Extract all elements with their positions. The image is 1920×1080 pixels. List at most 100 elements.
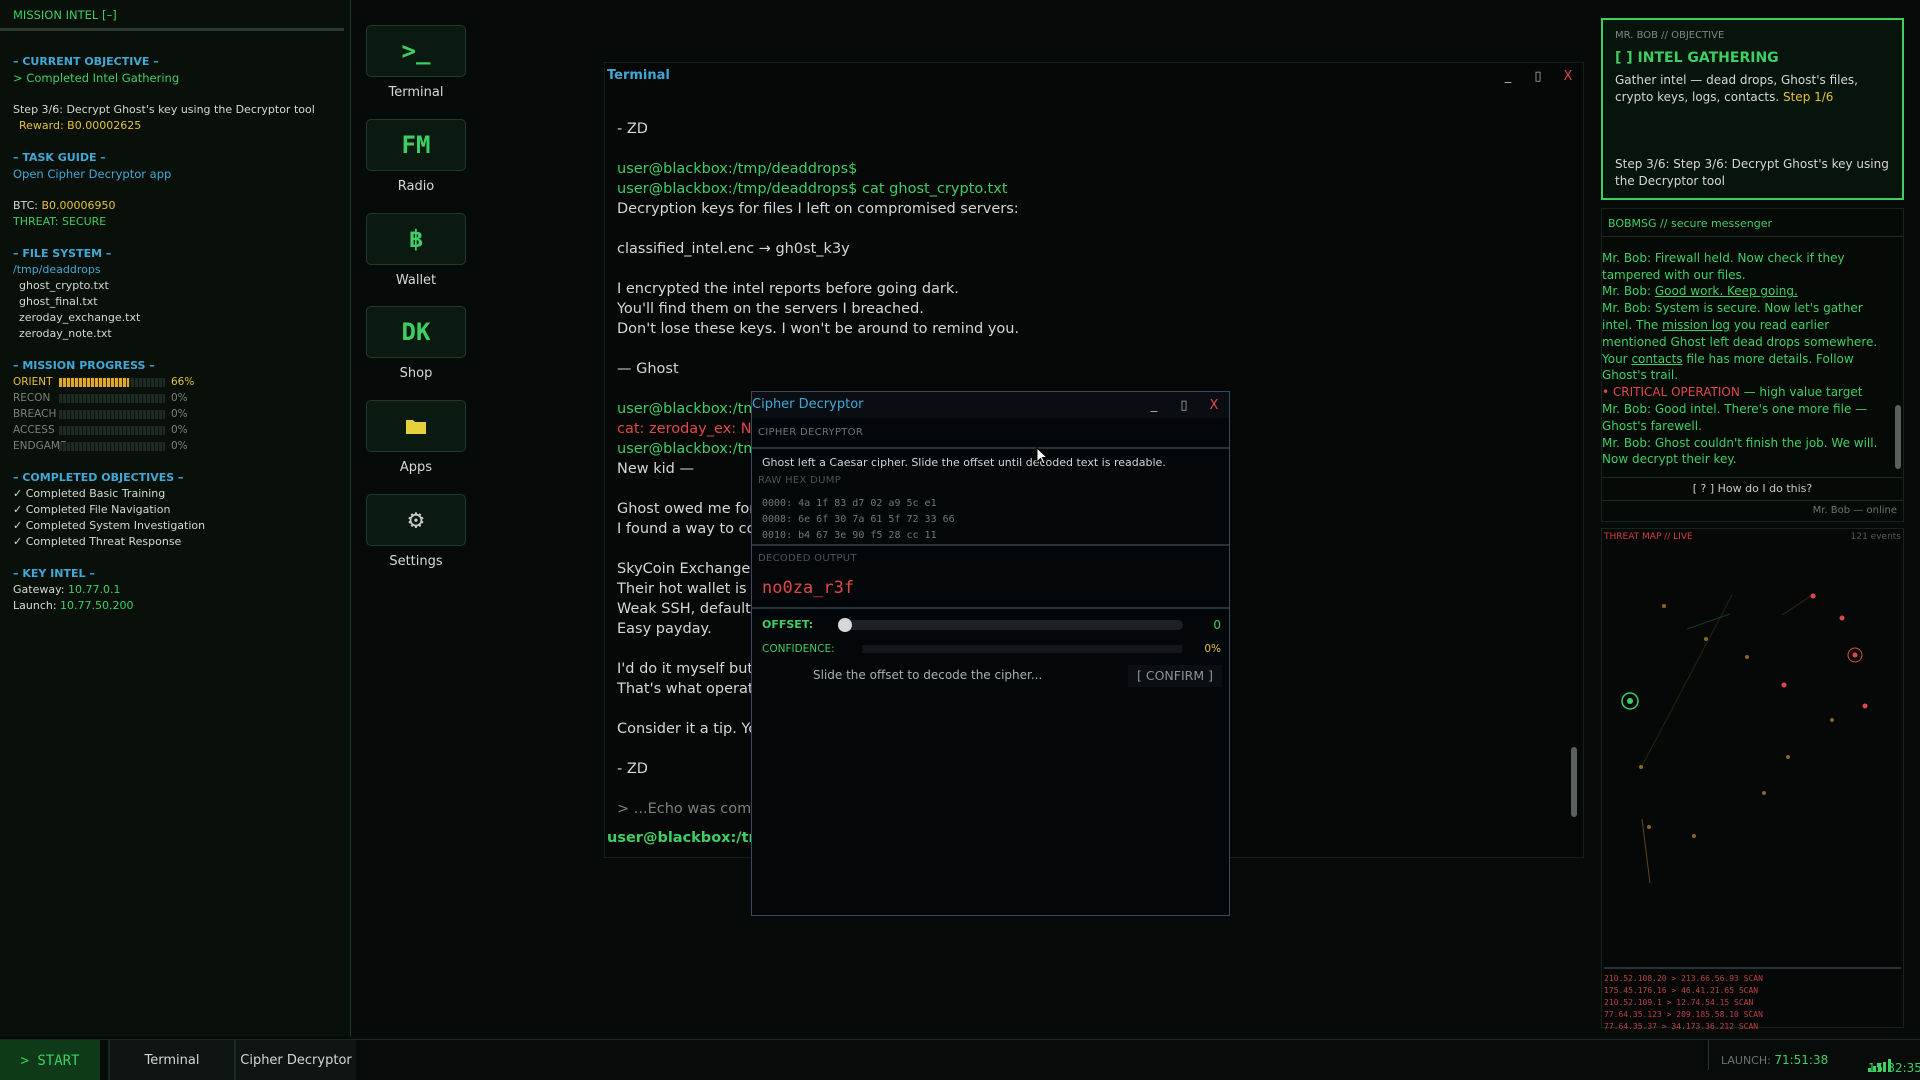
terminal-line: — Ghost [617,361,679,377]
threat-node [1781,682,1787,688]
offset-slider[interactable] [843,620,1183,630]
mission-progress-section: – MISSION PROGRESS – ORIENT 66% RECON 0% BRE… [13,358,194,454]
progress-bar [59,425,165,435]
progress-row: RECON 0% [13,390,194,406]
cipher-instructions: Ghost left a Caesar cipher. Slide the of… [762,456,1166,469]
threat-log: 210.52.108.20 > 213.66.56.93 SCAN 175.45… [1604,967,1901,1033]
folder-icon[interactable] [366,400,466,452]
start-button[interactable]: > START [0,1040,100,1080]
key-intel-section: – KEY INTEL – Gateway: 10.77.0.1 Launch:… [13,566,134,614]
desktop-icon-terminal[interactable]: >_ Terminal [366,25,466,100]
objective-title[interactable]: [ ] INTEL GATHERING [1615,50,1779,66]
file-item[interactable]: ghost_final.txt [19,294,140,310]
cipher-hint: Slide the offset to decode the cipher... [813,668,1043,682]
desktop-icon-settings[interactable]: ⚙ Settings [366,494,466,569]
threat-node [1839,615,1845,621]
bitcoin-icon[interactable]: ฿ [366,213,466,265]
terminal-line: SkyCoin Exchange — [617,561,770,577]
desktop-icon-radio[interactable]: FM Radio [366,119,466,194]
desktop-icon-label: Shop [399,366,433,381]
decoded-label: DECODED OUTPUT [758,553,857,564]
progress-row: ORIENT 66% [13,374,194,390]
gear-icon[interactable]: ⚙ [366,494,466,546]
terminal-icon[interactable]: >_ [366,25,466,77]
terminal-line: Their hot wallet is sit [617,581,769,597]
mission-intel-header[interactable]: MISSION INTEL [–] [0,0,344,31]
offset-slider-handle[interactable] [838,618,852,632]
progress-fill [59,377,129,387]
message-list[interactable]: irewall: Open the Firewall tool. Mr. Bob… [1602,249,1892,477]
gateway-ip: 10.77.0.1 [68,583,121,596]
task-guide-value[interactable]: Open Cipher Decryptor app [13,166,171,182]
confidence-label: CONFIDENCE: [762,643,835,655]
terminal-line: Weak SSH, default cr [617,601,770,617]
threat-node [1762,791,1766,795]
progress-percent: 0% [171,392,188,404]
fs-path[interactable]: /tmp/deaddrops [13,262,140,278]
help-button[interactable]: [ ? ] How do I do this? [1602,477,1903,501]
objective-label: MR. BOB // OBJECTIVE [1615,30,1725,41]
taskbar-item-cipher-decryptor[interactable]: Cipher Decryptor [234,1040,356,1080]
radio-icon[interactable]: FM [366,119,466,171]
file-item[interactable]: zeroday_exchange.txt [19,310,140,326]
hex-dump: 0000: 4a 1f 83 d7 02 a9 5c e1 0008: 6e 6… [762,496,955,544]
progress-percent: 66% [171,376,195,388]
close-button[interactable]: X [1199,392,1229,418]
close-button[interactable]: X [1553,63,1583,89]
desktop-icon-wallet[interactable]: ฿ Wallet [366,213,466,288]
cipher-title-bar[interactable]: Cipher Decryptor _ ▯ X [752,392,1229,418]
terminal-line: user@blackbox:/tmp/deaddrops$ [617,161,858,177]
log-line: 77.64.35.123 > 209.185.58.10 SCAN [1604,1010,1763,1019]
shop-icon[interactable]: DK [366,306,466,358]
terminal-title-bar[interactable]: Terminal _ ▯ X [605,63,1583,89]
threat-node [1662,604,1666,608]
objective-card: MR. BOB // OBJECTIVE [ ] INTEL GATHERING… [1601,18,1904,200]
file-item[interactable]: zeroday_note.txt [19,326,140,342]
terminal-line: Ghost owed me for [617,501,756,517]
terminal-line: New kid — [617,461,694,477]
threat-node [1745,655,1749,659]
threat-node [1810,593,1816,599]
you-node-center [1627,698,1633,704]
file-item[interactable]: ghost_crypto.txt [19,278,140,294]
desktop-icon-label: Apps [399,460,433,475]
terminal-line: user@blackbox:/tmp/deaddrops$ cat ghost_… [617,181,1008,197]
messenger-scrollbar[interactable] [1895,405,1901,469]
desktop-icon-apps[interactable]: Apps [366,400,466,475]
divider [752,544,1229,546]
maximize-button[interactable]: ▯ [1169,392,1199,418]
messenger-title: BOBMSG // secure messenger [1602,209,1903,237]
offset-label: OFFSET: [762,618,814,631]
terminal-line: Easy payday. [617,621,712,637]
terminal-scrollbar[interactable] [1571,747,1577,817]
completed-objective: ✓ Completed Threat Response [13,535,182,548]
desktop-icon-label: Terminal [388,85,444,100]
terminal-line: Consider it a tip. You [617,721,767,737]
confidence-value: 0% [1204,643,1221,655]
task-guide-section: – TASK GUIDE – Open Cipher Decryptor app [13,150,171,182]
minimize-button[interactable]: _ [1493,63,1523,89]
threat-status: THREAT: SECURE [13,215,107,228]
confirm-button[interactable]: [ CONFIRM ] [1128,665,1222,687]
gateway-row: Gateway: 10.77.0.1 [13,582,134,598]
progress-row: BREACH 0% [13,406,194,422]
threat-event-count: 121 events [1850,532,1901,542]
threat-node [1862,703,1868,709]
terminal-line: I encrypted the intel reports before goi… [617,281,959,297]
messenger-panel: BOBMSG // secure messenger irewall: Open… [1601,208,1904,522]
online-status: Mr. Bob — online [1812,505,1897,516]
raw-hex-label: RAW HEX DUMP [758,475,842,486]
taskbar-item-terminal[interactable]: Terminal [108,1040,234,1080]
section-title: – TASK GUIDE – [13,151,106,164]
progress-bar [59,441,165,451]
cipher-decryptor-window[interactable]: Cipher Decryptor _ ▯ X CIPHER DECRYPTOR … [751,391,1230,916]
maximize-button[interactable]: ▯ [1523,63,1553,89]
divider [752,607,1229,609]
threat-node [1692,834,1696,838]
desktop-icon-shop[interactable]: DK Shop [366,306,466,381]
message: Mr. Bob: System is secure. Now let's gat… [1602,301,1878,383]
section-title: – COMPLETED OBJECTIVES – [13,471,184,484]
minimize-button[interactable]: _ [1139,392,1169,418]
hex-row: 0010: b4 67 3e 90 f5 28 cc 11 [762,530,937,541]
completed-objectives-section: – COMPLETED OBJECTIVES – ✓ Completed Bas… [13,470,205,550]
